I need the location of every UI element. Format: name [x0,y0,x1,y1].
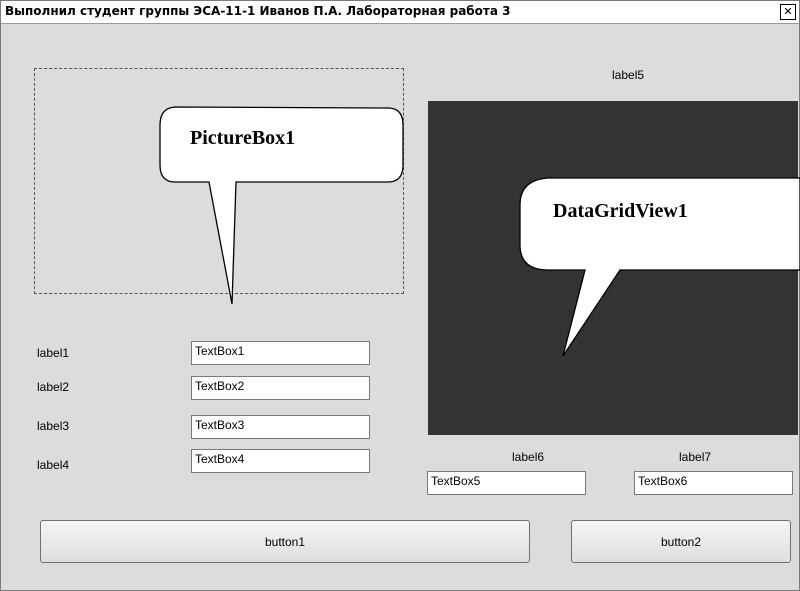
label2: label2 [37,380,70,394]
button2-label: button2 [660,534,702,549]
textbox3[interactable]: TextBox3 [191,415,370,439]
label5: label5 [612,68,645,82]
textbox5[interactable]: TextBox5 [427,471,586,495]
textbox2[interactable]: TextBox2 [191,376,370,400]
datagridview1[interactable] [428,101,798,435]
title-bar: Выполнил студент группы ЭСА-11-1 Иванов … [1,1,799,24]
window-title: Выполнил студент группы ЭСА-11-1 Иванов … [5,4,511,18]
button1-label: button1 [264,534,306,549]
form-client-area: label5 label1 label2 label3 label4 TextB… [7,25,798,587]
main-window: Выполнил студент группы ЭСА-11-1 Иванов … [0,0,800,591]
label1: label1 [37,346,70,360]
button2[interactable]: button2 [571,520,791,563]
label6: label6 [512,450,545,464]
label7: label7 [679,450,712,464]
picturebox1 [34,68,404,294]
textbox6[interactable]: TextBox6 [634,471,793,495]
label3: label3 [37,419,70,433]
textbox4[interactable]: TextBox4 [191,449,370,473]
textbox1[interactable]: TextBox1 [191,341,370,365]
close-icon[interactable]: ✕ [780,4,796,20]
label4: label4 [37,458,70,472]
button1[interactable]: button1 [40,520,530,563]
